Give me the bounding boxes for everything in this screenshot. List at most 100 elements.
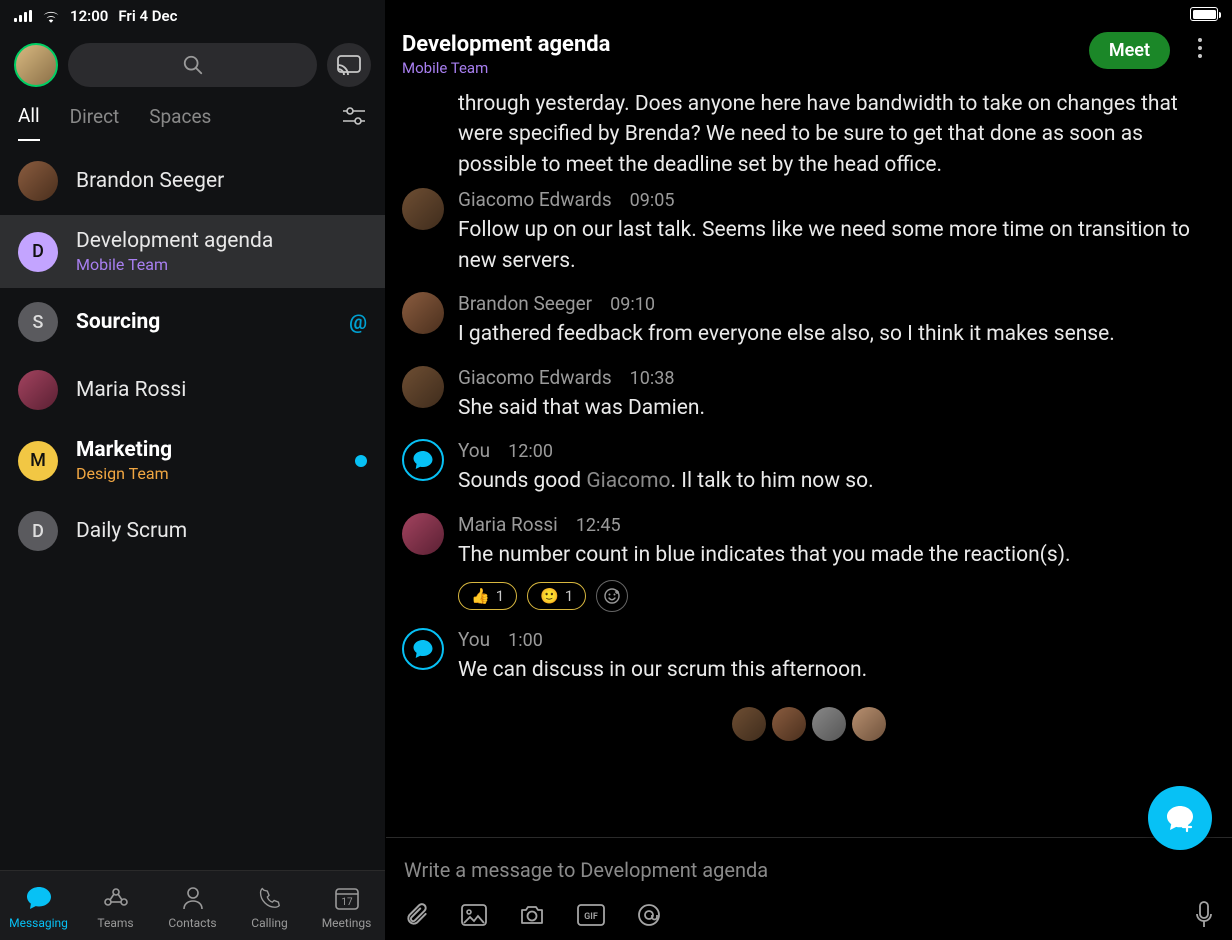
message-time: 12:45	[576, 515, 621, 536]
nav-label: Contacts	[168, 916, 216, 930]
image-icon	[460, 903, 488, 927]
svg-text:17: 17	[341, 897, 353, 908]
chat-title: Development agenda	[402, 32, 1089, 57]
message-author: Brandon Seeger	[458, 292, 592, 315]
thumbsup-icon: 👍	[471, 587, 490, 605]
mic-icon	[1194, 900, 1214, 930]
new-message-fab[interactable]	[1148, 786, 1212, 850]
nav-calling[interactable]: Calling	[232, 884, 308, 930]
status-date: Fri 4 Dec	[118, 7, 177, 25]
conversation-title: Maria Rossi	[76, 378, 367, 402]
conversation-item[interactable]: Maria Rossi	[0, 356, 385, 424]
search-input[interactable]	[68, 43, 317, 87]
message-author: Giacomo Edwards	[458, 188, 612, 211]
at-icon	[636, 902, 662, 928]
cast-button[interactable]	[327, 43, 371, 87]
conversation-list: Brandon Seeger D Development agenda Mobi…	[0, 147, 385, 870]
camera-button[interactable]	[518, 903, 546, 927]
self-avatar-icon	[402, 439, 444, 481]
tab-direct[interactable]: Direct	[70, 105, 120, 140]
message-body: The number count in blue indicates that …	[458, 540, 1216, 570]
message-body: We can discuss in our scrum this afterno…	[458, 655, 1216, 685]
avatar: D	[18, 232, 58, 272]
messaging-icon	[25, 884, 53, 912]
message-body: I gathered feedback from everyone else a…	[458, 319, 1216, 349]
wifi-icon	[42, 9, 60, 23]
status-bar: 12:00 Fri 4 Dec	[0, 0, 1232, 32]
message: You 1:00 We can discuss in our scrum this…	[402, 620, 1216, 693]
chat-plus-icon	[1164, 802, 1196, 834]
tab-all[interactable]: All	[18, 104, 40, 141]
add-reaction-icon	[603, 587, 621, 605]
composer: Write a message to Development agenda GI…	[386, 837, 1232, 940]
message-body: through yesterday. Does anyone here have…	[402, 89, 1216, 180]
avatar	[402, 513, 444, 555]
mention[interactable]: Giacomo	[586, 469, 670, 493]
nav-teams[interactable]: Teams	[78, 884, 154, 930]
read-receipts	[402, 693, 1216, 749]
svg-text:GIF: GIF	[584, 912, 598, 922]
camera-icon	[518, 903, 546, 927]
message-time: 12:00	[508, 441, 553, 462]
conversation-item[interactable]: D Daily Scrum	[0, 497, 385, 565]
search-icon	[182, 54, 204, 76]
message-body: She said that was Damien.	[458, 393, 1216, 423]
nav-label: Teams	[97, 916, 133, 930]
avatar	[402, 366, 444, 408]
conversation-title: Daily Scrum	[76, 519, 367, 543]
filter-icon[interactable]	[341, 106, 367, 126]
tab-spaces[interactable]: Spaces	[149, 105, 211, 140]
nav-label: Messaging	[9, 916, 68, 930]
message: You12:00 Sounds good Giacomo. Il talk to…	[402, 431, 1216, 504]
more-menu-button[interactable]	[1184, 32, 1216, 58]
gif-button[interactable]: GIF	[576, 903, 606, 927]
nav-messaging[interactable]: Messaging	[1, 884, 77, 930]
avatar	[18, 370, 58, 410]
avatar	[852, 707, 886, 741]
my-avatar[interactable]	[14, 43, 58, 87]
conversation-item[interactable]: D Development agenda Mobile Team	[0, 215, 385, 288]
voice-button[interactable]	[1194, 900, 1214, 930]
calling-icon	[258, 884, 282, 912]
reaction-thumbsup[interactable]: 👍1	[458, 582, 517, 610]
reactions: 👍1 🙂1	[458, 580, 1216, 612]
conversation-item[interactable]: Brandon Seeger	[0, 147, 385, 215]
nav-meetings[interactable]: 17 Meetings	[309, 884, 385, 930]
message-list[interactable]: through yesterday. Does anyone here have…	[386, 85, 1232, 837]
cast-icon	[337, 55, 361, 75]
message: Maria Rossi12:45 The number count in blu…	[402, 505, 1216, 620]
avatar	[18, 161, 58, 201]
mention-indicator: @	[349, 310, 367, 334]
avatar: D	[18, 511, 58, 551]
status-time: 12:00	[70, 7, 108, 25]
mention-button[interactable]	[636, 902, 662, 928]
conversation-item[interactable]: S Sourcing @	[0, 288, 385, 356]
unread-indicator	[355, 455, 367, 467]
signal-icon	[14, 10, 32, 22]
message-body: Sounds good Giacomo. Il talk to him now …	[458, 466, 1216, 496]
conversation-title: Sourcing	[76, 310, 331, 334]
message-author: You	[458, 628, 490, 651]
conversation-item[interactable]: M Marketing Design Team	[0, 424, 385, 497]
gif-icon: GIF	[576, 903, 606, 927]
message-time: 09:05	[630, 190, 675, 211]
avatar	[732, 707, 766, 741]
meetings-icon: 17	[333, 884, 361, 912]
message: Brandon Seeger09:10 I gathered feedback …	[402, 284, 1216, 357]
message-time: 1:00	[508, 630, 543, 651]
meet-button[interactable]: Meet	[1089, 32, 1170, 69]
avatar	[402, 188, 444, 230]
paperclip-icon	[404, 902, 430, 928]
add-reaction-button[interactable]	[596, 580, 628, 612]
nav-contacts[interactable]: Contacts	[155, 884, 231, 930]
avatar: S	[18, 302, 58, 342]
composer-input[interactable]: Write a message to Development agenda	[404, 852, 1214, 900]
reaction-smile[interactable]: 🙂1	[527, 582, 586, 610]
image-button[interactable]	[460, 903, 488, 927]
message-time: 10:38	[630, 368, 675, 389]
self-avatar-icon	[402, 628, 444, 670]
message: Giacomo Edwards 10:38 She said that was D…	[402, 358, 1216, 431]
message-author: Giacomo Edwards	[458, 366, 612, 389]
chat-subtitle: Mobile Team	[402, 59, 1089, 77]
attach-button[interactable]	[404, 902, 430, 928]
